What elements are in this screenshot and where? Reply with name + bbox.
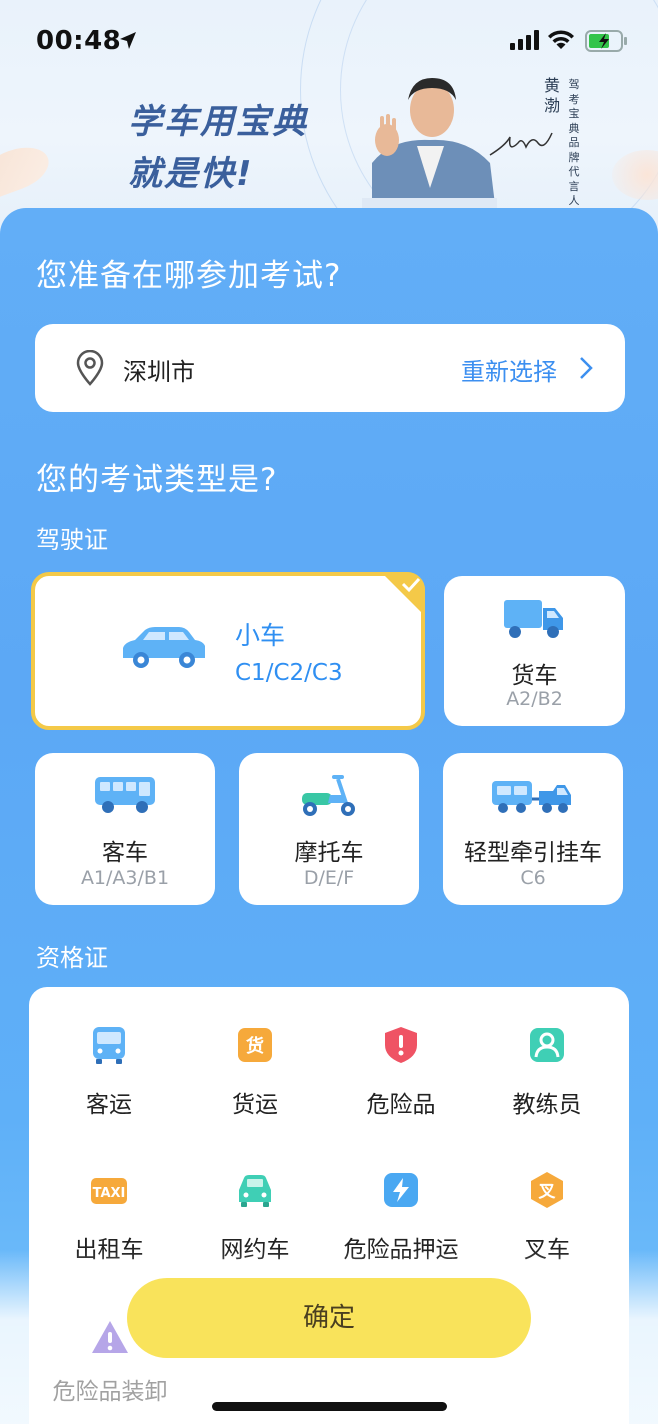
location-pin-icon	[76, 350, 104, 386]
home-indicator[interactable]	[212, 1402, 447, 1411]
feather-decoration	[0, 139, 55, 201]
qualification-label: 货运	[232, 1092, 278, 1118]
qualification-label: 教练员	[512, 1092, 582, 1118]
ambassador-photo	[362, 78, 497, 213]
qualification-passenger[interactable]: 客运	[36, 1025, 182, 1119]
exam-setup-panel: 您准备在哪参加考试? 深圳市 重新选择 您的考试类型是? 驾驶证 小车 C1/C…	[0, 208, 658, 1424]
bus-front-icon	[93, 1027, 125, 1064]
chevron-right-icon	[580, 357, 593, 379]
city-selector[interactable]: 深圳市 重新选择	[35, 324, 625, 412]
qualification-label: 危险品装卸	[52, 1379, 168, 1405]
trailer-icon	[492, 781, 571, 813]
slogan-line: 学车用宝典	[128, 102, 308, 142]
car-icon	[123, 627, 205, 668]
confirm-button[interactable]: 确定	[127, 1278, 531, 1358]
reselect-city-link[interactable]: 重新选择	[461, 352, 557, 387]
signal-icon	[510, 30, 539, 50]
svg-text:货: 货	[246, 1035, 264, 1057]
license-code: A1/A3/B1	[80, 867, 170, 889]
license-label: 摩托车	[294, 840, 364, 866]
license-option-car[interactable]: 小车 C1/C2/C3	[31, 572, 425, 730]
battery-charging-icon	[585, 30, 627, 52]
bus-icon	[95, 777, 155, 813]
slogan-line: 就是快!	[128, 154, 254, 194]
license-label: 客车	[102, 840, 148, 866]
ambassador-title: 驾考宝典品牌代言人	[568, 78, 580, 207]
exam-type-question: 您的考试类型是?	[36, 462, 278, 498]
selected-city: 深圳市	[123, 358, 195, 386]
hazard-shield-icon	[385, 1027, 417, 1063]
license-code: C6	[520, 867, 546, 889]
coach-icon	[530, 1028, 564, 1062]
license-label: 轻型牵引挂车	[464, 840, 602, 866]
scooter-icon	[302, 775, 355, 816]
license-option-bus[interactable]: 客车 A1/A3/B1	[35, 753, 215, 905]
svg-text:叉: 叉	[538, 1182, 557, 1202]
ride-hailing-car-icon	[239, 1175, 271, 1207]
license-option-motorcycle[interactable]: 摩托车 D/E/F	[239, 753, 419, 905]
warning-triangle-icon	[92, 1321, 128, 1353]
qualification-freight[interactable]: 货 货运	[182, 1025, 328, 1119]
license-code: D/E/F	[303, 867, 355, 889]
status-bar: 00:48	[0, 0, 658, 84]
taxi-icon: TAXI	[91, 1178, 127, 1204]
license-option-trailer[interactable]: 轻型牵引挂车 C6	[443, 753, 623, 905]
cargo-icon: 货	[238, 1028, 272, 1062]
qualification-label: 危险品	[366, 1092, 436, 1118]
license-option-truck[interactable]: 货车 A2/B2	[444, 576, 625, 726]
ambassador-name: 黄渤	[543, 76, 560, 115]
qualification-hazmat[interactable]: 危险品	[328, 1025, 474, 1119]
check-icon	[381, 572, 425, 616]
license-code: A2/B2	[506, 688, 563, 710]
ambassador-signature	[489, 132, 553, 156]
location-question: 您准备在哪参加考试?	[36, 258, 342, 294]
license-code: C1/C2/C3	[235, 660, 343, 686]
qualification-section-title: 资格证	[36, 944, 108, 972]
truck-icon	[504, 600, 563, 638]
selected-check-badge	[381, 572, 425, 616]
license-label: 货车	[511, 663, 558, 689]
status-time: 00:48	[36, 26, 122, 56]
escort-bolt-icon	[384, 1173, 418, 1207]
license-label: 小车	[235, 621, 286, 650]
svg-text:TAXI: TAXI	[93, 1186, 126, 1201]
license-section-title: 驾驶证	[36, 526, 108, 554]
forklift-icon: 叉	[531, 1172, 563, 1208]
location-arrow-icon	[120, 32, 136, 49]
wifi-icon	[548, 30, 574, 49]
banner-slogan: 学车用宝典 就是快!	[128, 96, 308, 200]
qualification-instructor[interactable]: 教练员	[474, 1025, 620, 1119]
qualification-label: 客运	[86, 1092, 132, 1118]
